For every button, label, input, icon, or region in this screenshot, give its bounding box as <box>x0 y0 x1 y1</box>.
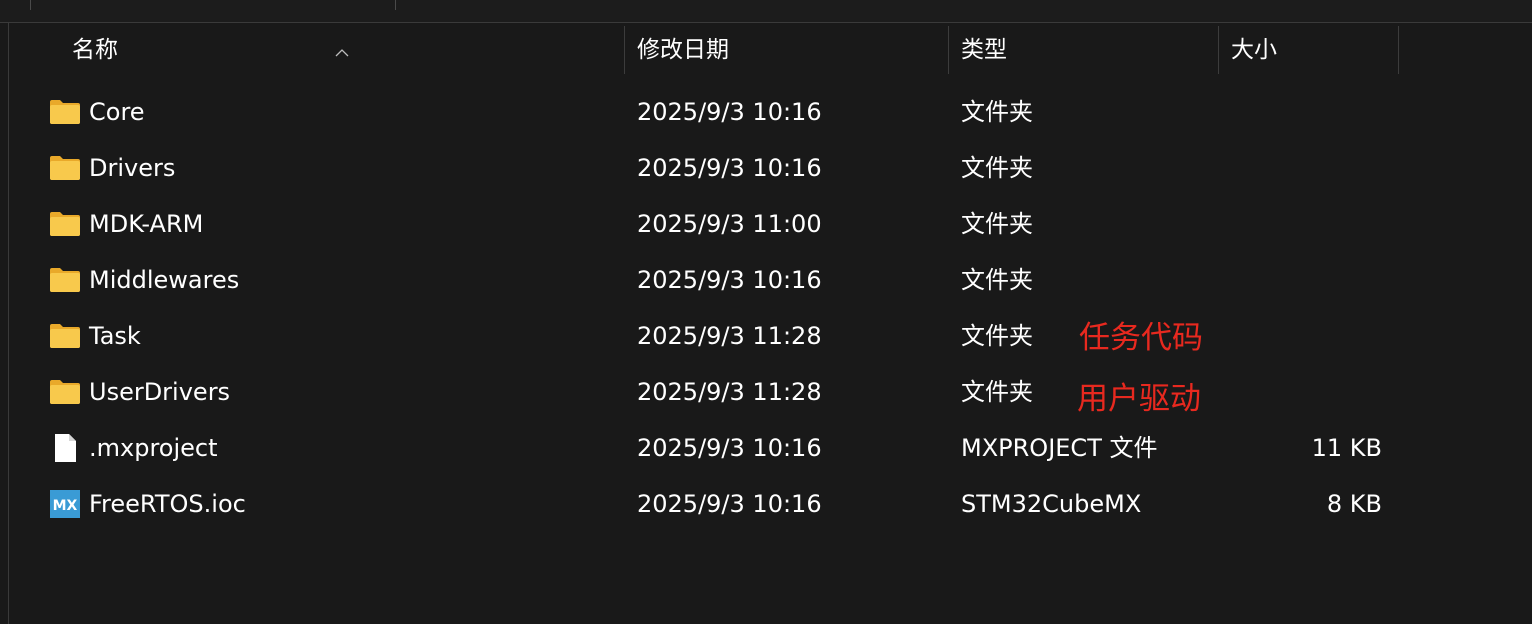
column-header-row: 名称 修改日期 类型 大小 <box>0 24 1532 76</box>
folder-icon <box>50 212 80 236</box>
file-name: Middlewares <box>89 266 240 294</box>
file-name: Task <box>89 322 141 350</box>
file-row-middlewares[interactable]: Middlewares 2025/9/3 10:16 文件夹 <box>0 252 1532 308</box>
folder-icon <box>50 380 80 404</box>
top-toolbar-strip <box>0 0 1532 23</box>
annotation-task-code: 任务代码 <box>1079 320 1203 356</box>
folder-icon <box>50 268 80 292</box>
file-row-core[interactable]: Core 2025/9/3 10:16 文件夹 <box>0 84 1532 140</box>
file-name: UserDrivers <box>89 378 231 406</box>
folder-icon <box>50 100 80 124</box>
file-name: Drivers <box>89 154 176 182</box>
file-type: MXPROJECT 文件 <box>961 434 1158 462</box>
file-name: Core <box>89 98 145 126</box>
file-type: 文件夹 <box>961 98 1033 126</box>
column-header-name-label: 名称 <box>72 37 118 63</box>
annotation-user-drivers: 用户驱动 <box>1077 381 1201 417</box>
mx-icon-text: MX <box>53 498 78 514</box>
file-row-task[interactable]: Task 2025/9/3 11:28 文件夹 <box>0 308 1532 364</box>
file-name: MDK-ARM <box>89 210 204 238</box>
file-size: 11 KB <box>1311 434 1382 462</box>
column-header-date-label: 修改日期 <box>637 37 729 63</box>
file-type: STM32CubeMX <box>961 490 1142 518</box>
column-divider[interactable] <box>1398 26 1399 74</box>
toolbar-divider <box>30 0 31 10</box>
file-row-freertos-ioc[interactable]: MX FreeRTOS.ioc 2025/9/3 10:16 STM32Cube… <box>0 476 1532 532</box>
file-row-mxproject[interactable]: .mxproject 2025/9/3 10:16 MXPROJECT 文件 1… <box>0 420 1532 476</box>
file-row-drivers[interactable]: Drivers 2025/9/3 10:16 文件夹 <box>0 140 1532 196</box>
file-list: Core 2025/9/3 10:16 文件夹 Drivers 2025/9/3… <box>0 84 1532 532</box>
modified-date: 2025/9/3 11:28 <box>637 322 822 350</box>
modified-date: 2025/9/3 10:16 <box>637 490 822 518</box>
file-type: 文件夹 <box>961 378 1033 406</box>
file-explorer-window: 名称 修改日期 类型 大小 Core 2025/9/3 10:16 文件夹 Dr… <box>0 0 1532 624</box>
column-header-size-label: 大小 <box>1231 37 1277 63</box>
sort-ascending-icon <box>335 49 349 57</box>
column-header-date[interactable]: 修改日期 <box>625 24 948 76</box>
file-icon <box>55 434 76 462</box>
modified-date: 2025/9/3 11:28 <box>637 378 822 406</box>
file-name: FreeRTOS.ioc <box>89 490 246 518</box>
stm32cubemx-icon: MX <box>50 490 80 518</box>
modified-date: 2025/9/3 10:16 <box>637 434 822 462</box>
file-size: 8 KB <box>1326 490 1382 518</box>
file-type: 文件夹 <box>961 210 1033 238</box>
file-name: .mxproject <box>89 434 218 462</box>
modified-date: 2025/9/3 10:16 <box>637 266 822 294</box>
file-row-mdk-arm[interactable]: MDK-ARM 2025/9/3 11:00 文件夹 <box>0 196 1532 252</box>
folder-icon <box>50 156 80 180</box>
file-type: 文件夹 <box>961 266 1033 294</box>
modified-date: 2025/9/3 10:16 <box>637 154 822 182</box>
column-header-size[interactable]: 大小 <box>1219 24 1398 76</box>
modified-date: 2025/9/3 10:16 <box>637 98 822 126</box>
modified-date: 2025/9/3 11:00 <box>637 210 822 238</box>
folder-icon <box>50 324 80 348</box>
file-row-userdrivers[interactable]: UserDrivers 2025/9/3 11:28 文件夹 <box>0 364 1532 420</box>
column-header-type[interactable]: 类型 <box>949 24 1218 76</box>
column-header-type-label: 类型 <box>961 37 1007 63</box>
file-type: 文件夹 <box>961 154 1033 182</box>
toolbar-divider <box>395 0 396 10</box>
file-type: 文件夹 <box>961 322 1033 350</box>
